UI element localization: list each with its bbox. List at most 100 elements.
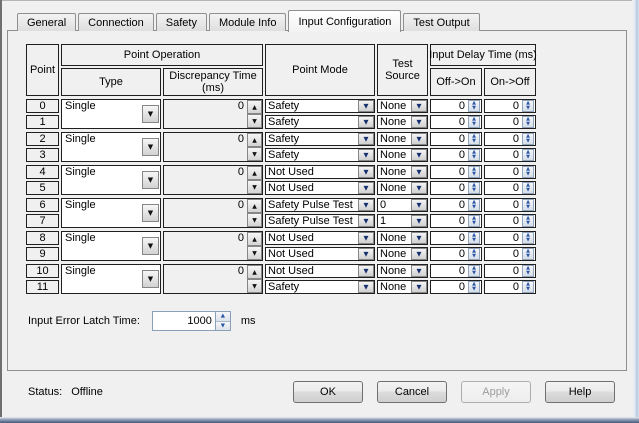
point-number[interactable]: 11 xyxy=(26,280,59,294)
chevron-down-icon[interactable]: ▼ xyxy=(358,199,374,211)
help-button[interactable]: Help xyxy=(545,381,615,403)
test-source-dropdown[interactable]: None ▼ xyxy=(377,165,428,179)
on-off-delay-spinner[interactable]: 0 ▲▼ xyxy=(484,231,536,245)
chevron-down-icon[interactable]: ▼ xyxy=(142,204,159,222)
point-number[interactable]: 10 xyxy=(26,264,59,278)
chevron-down-icon[interactable]: ▼ xyxy=(411,116,427,128)
test-source-dropdown[interactable]: None ▼ xyxy=(377,181,428,195)
point-number[interactable]: 7 xyxy=(26,214,59,228)
chevron-down-icon[interactable]: ▼ xyxy=(358,248,374,260)
spin-up-down-icon[interactable]: ▲▼ xyxy=(468,133,480,145)
spin-up-down-icon[interactable]: ▲▼ xyxy=(522,248,534,260)
on-off-delay-spinner[interactable]: 0 ▲▼ xyxy=(484,99,536,113)
off-on-delay-spinner[interactable]: 0 ▲▼ xyxy=(430,148,482,162)
type-dropdown[interactable]: Single ▼ xyxy=(61,231,161,261)
discrepancy-time-spinner[interactable]: 0 ▲ ▼ xyxy=(163,198,263,228)
chevron-down-icon[interactable]: ▼ xyxy=(411,182,427,194)
chevron-down-icon[interactable]: ▼ xyxy=(411,100,427,112)
spin-up-down-icon[interactable]: ▲▼ xyxy=(522,215,534,227)
chevron-down-icon[interactable]: ▼ xyxy=(142,237,159,255)
chevron-down-icon[interactable]: ▼ xyxy=(142,171,159,189)
chevron-down-icon[interactable]: ▼ xyxy=(358,182,374,194)
spin-up-down-icon[interactable]: ▲▼ xyxy=(522,199,534,211)
spin-up-down-icon[interactable]: ▲▼ xyxy=(522,182,534,194)
spin-up-down-icon[interactable]: ▲▼ xyxy=(468,199,480,211)
point-number[interactable]: 0 xyxy=(26,99,59,113)
tab-general[interactable]: General xyxy=(17,13,76,31)
ok-button[interactable]: OK xyxy=(293,381,363,403)
off-on-delay-spinner[interactable]: 0 ▲▼ xyxy=(430,280,482,294)
on-off-delay-spinner[interactable]: 0 ▲▼ xyxy=(484,264,536,278)
type-dropdown[interactable]: Single ▼ xyxy=(61,99,161,129)
tab-safety[interactable]: Safety xyxy=(156,13,207,31)
spin-down-icon[interactable]: ▼ xyxy=(216,322,230,331)
tab-test-output[interactable]: Test Output xyxy=(403,13,479,31)
point-number[interactable]: 5 xyxy=(26,181,59,195)
point-mode-dropdown[interactable]: Not Used ▼ xyxy=(265,264,375,278)
chevron-down-icon[interactable]: ▼ xyxy=(358,215,374,227)
spin-up-down-icon[interactable]: ▲▼ xyxy=(468,265,480,277)
test-source-dropdown[interactable]: None ▼ xyxy=(377,247,428,261)
spin-up-down-icon[interactable]: ▲▼ xyxy=(522,166,534,178)
chevron-down-icon[interactable]: ▼ xyxy=(358,281,374,293)
chevron-down-icon[interactable]: ▼ xyxy=(411,215,427,227)
point-number[interactable]: 9 xyxy=(26,247,59,261)
point-mode-dropdown[interactable]: Safety Pulse Test ▼ xyxy=(265,198,375,212)
spin-down-icon[interactable]: ▼ xyxy=(247,246,262,260)
off-on-delay-spinner[interactable]: 0 ▲▼ xyxy=(430,165,482,179)
test-source-dropdown[interactable]: 1 ▼ xyxy=(377,214,428,228)
chevron-down-icon[interactable]: ▼ xyxy=(411,248,427,260)
on-off-delay-spinner[interactable]: 0 ▲▼ xyxy=(484,198,536,212)
spin-down-icon[interactable]: ▼ xyxy=(247,180,262,194)
spin-up-down-icon[interactable]: ▲▼ xyxy=(522,232,534,244)
spin-up-down-icon[interactable]: ▲▼ xyxy=(468,116,480,128)
test-source-dropdown[interactable]: None ▼ xyxy=(377,99,428,113)
spin-up-down-icon[interactable]: ▲▼ xyxy=(468,182,480,194)
spin-up-down-icon[interactable]: ▲▼ xyxy=(468,166,480,178)
discrepancy-time-spinner[interactable]: 0 ▲ ▼ xyxy=(163,165,263,195)
on-off-delay-spinner[interactable]: 0 ▲▼ xyxy=(484,181,536,195)
on-off-delay-spinner[interactable]: 0 ▲▼ xyxy=(484,280,536,294)
chevron-down-icon[interactable]: ▼ xyxy=(358,265,374,277)
on-off-delay-spinner[interactable]: 0 ▲▼ xyxy=(484,247,536,261)
test-source-dropdown[interactable]: None ▼ xyxy=(377,115,428,129)
off-on-delay-spinner[interactable]: 0 ▲▼ xyxy=(430,115,482,129)
spin-down-icon[interactable]: ▼ xyxy=(247,279,262,293)
chevron-down-icon[interactable]: ▼ xyxy=(411,281,427,293)
point-mode-dropdown[interactable]: Safety ▼ xyxy=(265,99,375,113)
spin-up-down-icon[interactable]: ▲▼ xyxy=(522,133,534,145)
chevron-down-icon[interactable]: ▼ xyxy=(358,166,374,178)
spin-up-down-icon[interactable]: ▲▼ xyxy=(468,149,480,161)
on-off-delay-spinner[interactable]: 0 ▲▼ xyxy=(484,132,536,146)
tab-connection[interactable]: Connection xyxy=(78,13,154,31)
chevron-down-icon[interactable]: ▼ xyxy=(358,116,374,128)
spin-up-icon[interactable]: ▲ xyxy=(247,100,262,114)
spin-up-icon[interactable]: ▲ xyxy=(247,166,262,180)
on-off-delay-spinner[interactable]: 0 ▲▼ xyxy=(484,148,536,162)
point-mode-dropdown[interactable]: Not Used ▼ xyxy=(265,247,375,261)
spin-up-down-icon[interactable]: ▲▼ xyxy=(522,265,534,277)
discrepancy-time-spinner[interactable]: 0 ▲ ▼ xyxy=(163,99,263,129)
point-mode-dropdown[interactable]: Safety ▼ xyxy=(265,280,375,294)
spin-up-down-icon[interactable]: ▲▼ xyxy=(468,100,480,112)
tab-input-configuration[interactable]: Input Configuration xyxy=(288,10,401,32)
point-number[interactable]: 8 xyxy=(26,231,59,245)
off-on-delay-spinner[interactable]: 0 ▲▼ xyxy=(430,264,482,278)
off-on-delay-spinner[interactable]: 0 ▲▼ xyxy=(430,132,482,146)
chevron-down-icon[interactable]: ▼ xyxy=(411,166,427,178)
discrepancy-time-spinner[interactable]: 0 ▲ ▼ xyxy=(163,132,263,162)
test-source-dropdown[interactable]: None ▼ xyxy=(377,231,428,245)
chevron-down-icon[interactable]: ▼ xyxy=(411,149,427,161)
off-on-delay-spinner[interactable]: 0 ▲▼ xyxy=(430,181,482,195)
test-source-dropdown[interactable]: None ▼ xyxy=(377,264,428,278)
spin-up-down-icon[interactable]: ▲▼ xyxy=(522,100,534,112)
point-mode-dropdown[interactable]: Safety ▼ xyxy=(265,115,375,129)
discrepancy-time-spinner[interactable]: 0 ▲ ▼ xyxy=(163,231,263,261)
apply-button[interactable]: Apply xyxy=(461,381,531,403)
on-off-delay-spinner[interactable]: 0 ▲▼ xyxy=(484,165,536,179)
type-dropdown[interactable]: Single ▼ xyxy=(61,264,161,294)
spin-down-icon[interactable]: ▼ xyxy=(247,147,262,161)
input-error-latch-time-stepper[interactable]: ▲ ▼ xyxy=(215,311,231,331)
point-mode-dropdown[interactable]: Safety ▼ xyxy=(265,148,375,162)
off-on-delay-spinner[interactable]: 0 ▲▼ xyxy=(430,231,482,245)
